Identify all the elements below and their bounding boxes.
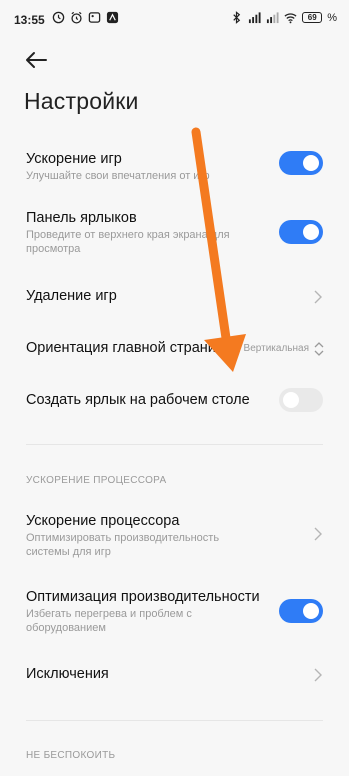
wifi-icon [284,13,297,24]
orientation-value: Вертикальная [243,343,309,354]
chevron-right-icon [314,527,322,541]
app-icon [106,11,119,24]
setting-performance-title: Оптимизация производительности [26,589,260,605]
image-icon [88,12,101,23]
setting-exceptions[interactable]: Исключения [0,660,349,690]
performance-toggle[interactable] [279,599,323,623]
setting-home-orientation-title: Ориентация главной страницы [26,340,235,356]
status-time: 13:55 [14,13,45,27]
game-boost-toggle[interactable] [279,151,323,175]
divider [26,444,323,445]
setting-desktop-shortcut[interactable]: Создать ярлык на рабочем столе [0,386,349,416]
toggle-knob [303,224,319,240]
setting-shortcut-panel[interactable]: Панель ярлыков Проведите от верхнего кра… [0,204,349,260]
setting-cpu-boost[interactable]: Ускорение процессора Оптимизировать прои… [0,507,349,561]
setting-cpu-boost-title: Ускорение процессора [26,513,180,529]
desktop-shortcut-toggle[interactable] [279,388,323,412]
toggle-knob [303,155,319,171]
signal-icon [267,12,279,24]
alarm-icon [71,11,82,24]
battery-percent-sign: % [327,11,337,24]
setting-home-orientation[interactable]: Ориентация главной страницы Вертикальная [0,334,349,364]
clock-icon [52,11,65,24]
setting-desktop-shortcut-title: Создать ярлык на рабочем столе [26,392,250,408]
setting-game-boost-title: Ускорение игр [26,151,122,167]
back-arrow-icon[interactable] [24,50,48,70]
signal-icon [249,12,261,24]
setting-game-boost[interactable]: Ускорение игр Улучшайте свои впечатления… [0,145,349,185]
setting-performance-subtitle: Избегать перегрева и проблем с оборудова… [26,608,192,634]
chevron-right-icon [314,668,322,682]
toggle-knob [303,603,319,619]
setting-performance-optimization[interactable]: Оптимизация производительности Избегать … [0,583,349,637]
page-title: Настройки [24,88,139,114]
setting-remove-games-title: Удаление игр [26,288,117,304]
status-bar: 13:55 69 % [0,0,349,40]
divider [26,720,323,721]
setting-remove-games[interactable]: Удаление игр [0,282,349,312]
setting-exceptions-title: Исключения [26,666,109,682]
bluetooth-icon [233,11,241,24]
toggle-knob [283,392,299,408]
section-header-cpu: УСКОРЕНИЕ ПРОЦЕССОРА [26,475,167,486]
setting-shortcut-panel-subtitle: Проведите от верхнего края экрана для пр… [26,229,230,255]
setting-shortcut-panel-title: Панель ярлыков [26,210,137,226]
setting-cpu-boost-subtitle: Оптимизировать производительность систем… [26,532,220,558]
chevron-updown-icon[interactable] [313,341,325,357]
section-header-dnd: НЕ БЕСПОКОИТЬ [26,750,116,761]
chevron-right-icon [314,290,322,304]
shortcut-panel-toggle[interactable] [279,220,323,244]
battery-icon: 69 [302,12,323,23]
setting-game-boost-subtitle: Улучшайте свои впечатления от игр [26,170,210,182]
